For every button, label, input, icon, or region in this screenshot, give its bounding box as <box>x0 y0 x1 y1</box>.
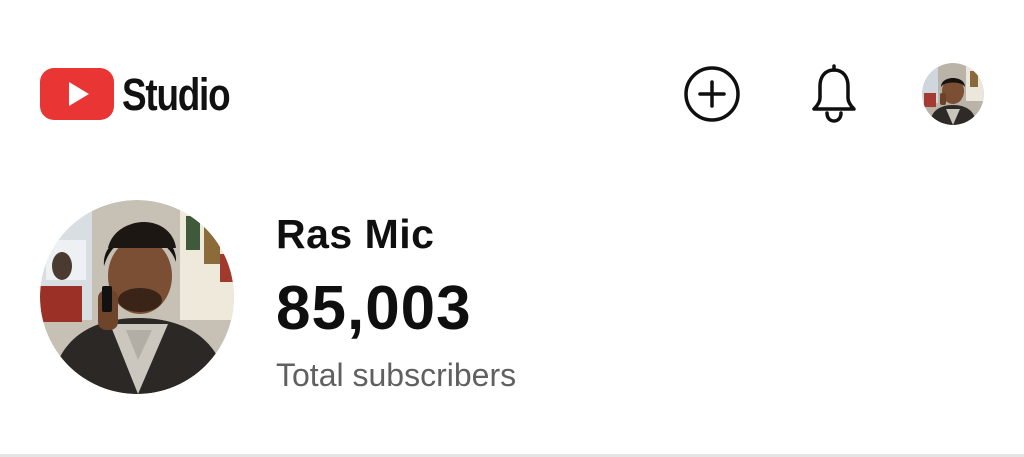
channel-avatar[interactable] <box>40 200 234 394</box>
account-avatar[interactable] <box>922 63 984 125</box>
channel-name[interactable]: Ras Mic <box>276 210 516 258</box>
subscriber-count: 85,003 <box>276 274 472 343</box>
create-plus-circle-icon <box>684 66 740 122</box>
youtube-play-logo-icon <box>40 68 114 120</box>
studio-header: Studio <box>0 0 1024 190</box>
create-button[interactable] <box>680 62 744 126</box>
studio-logo[interactable]: Studio <box>40 66 253 122</box>
studio-logo-text: Studio <box>122 68 231 120</box>
channel-info: Ras Mic 85,003 Total subscribers <box>276 210 516 394</box>
notifications-button[interactable] <box>802 62 866 126</box>
notifications-bell-icon <box>812 64 856 123</box>
header-actions <box>680 62 984 126</box>
channel-summary: Ras Mic 85,003 Total subscribers <box>40 200 984 400</box>
subscriber-label: Total subscribers <box>276 357 517 393</box>
